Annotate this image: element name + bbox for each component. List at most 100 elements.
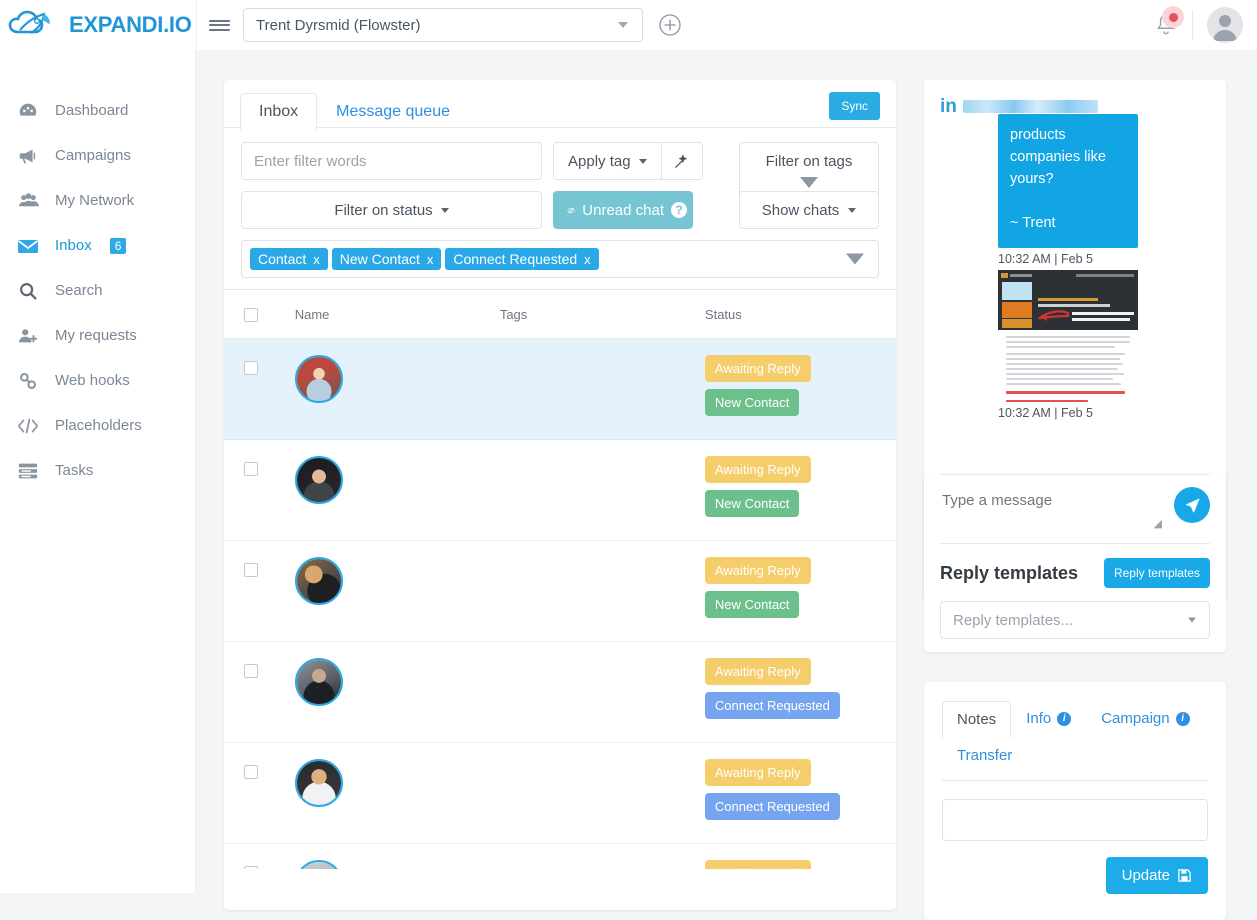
selected-tag-chips: Contact x New Contact x Connect Requeste… bbox=[241, 240, 879, 278]
save-floppy-icon bbox=[1178, 869, 1191, 882]
topbar-right-actions bbox=[1140, 0, 1257, 50]
show-chats-dropdown[interactable]: Show chats bbox=[739, 191, 879, 229]
brand-logo-area[interactable]: EXPANDI.IO bbox=[0, 0, 196, 50]
close-icon[interactable]: x bbox=[584, 252, 591, 267]
user-avatar-icon[interactable] bbox=[1207, 7, 1243, 43]
resize-grip-icon[interactable]: ◢ bbox=[1154, 517, 1162, 530]
tab-notes[interactable]: Notes bbox=[942, 701, 1012, 738]
tag-chip-label: New Contact bbox=[339, 251, 420, 267]
chat-messages: products companies like yours? ~ Trent 1… bbox=[940, 114, 1210, 420]
avatar bbox=[294, 658, 343, 706]
sidebar-item-label: Search bbox=[55, 282, 103, 299]
sidebar-item-my-network[interactable]: My Network bbox=[0, 178, 195, 223]
status-badge: Awaiting Reply bbox=[704, 557, 811, 584]
linkedin-in-icon: in bbox=[940, 95, 957, 117]
tag-chip-label: Contact bbox=[258, 251, 307, 267]
megaphone-icon bbox=[14, 144, 42, 168]
sidebar-item-my-requests[interactable]: My requests bbox=[0, 313, 195, 358]
tag-chip[interactable]: Connect Requested x bbox=[445, 248, 599, 270]
sidebar-item-placeholders[interactable]: Placeholders bbox=[0, 403, 195, 448]
reply-templates-button[interactable]: Reply templates bbox=[1103, 558, 1210, 588]
row-checkbox[interactable] bbox=[244, 866, 258, 869]
chat-attachment-timestamp: 10:32 AM | Feb 5 bbox=[998, 406, 1093, 420]
tab-inbox[interactable]: Inbox bbox=[240, 93, 318, 131]
table-row[interactable]: Awaiting Reply New Contact 10:32 A 2021 bbox=[224, 338, 896, 440]
sidebar-item-dashboard[interactable]: Dashboard bbox=[0, 88, 195, 133]
sidebar-nav: Dashboard Campaigns My Network Inbox 6 S… bbox=[0, 50, 196, 893]
notification-bell-icon[interactable] bbox=[1140, 0, 1192, 50]
avatar bbox=[294, 456, 343, 504]
row-checkbox[interactable] bbox=[244, 765, 258, 779]
account-select[interactable]: Trent Dyrsmid (Flowster) bbox=[243, 8, 643, 42]
tag-chip[interactable]: New Contact x bbox=[331, 248, 442, 270]
inbox-panel: Inbox Message queue Sync Apply tag Filte… bbox=[224, 80, 896, 910]
chat-attachment-image[interactable] bbox=[998, 270, 1138, 330]
status-badge: Awaiting Reply bbox=[704, 355, 811, 382]
sidebar-item-inbox[interactable]: Inbox 6 bbox=[0, 223, 195, 268]
notes-panel: Notes Info i Campaign i Transfer Update bbox=[924, 682, 1226, 920]
sidebar-item-web-hooks[interactable]: Web hooks bbox=[0, 358, 195, 403]
avatar bbox=[294, 557, 343, 605]
close-icon[interactable]: x bbox=[313, 252, 320, 267]
row-checkbox[interactable] bbox=[244, 361, 258, 375]
table-row[interactable]: Awaiting Reply New Contact 7:02 AM bbox=[224, 540, 896, 642]
question-mark-icon[interactable]: ? bbox=[671, 202, 687, 218]
update-button-label: Update bbox=[1121, 867, 1170, 884]
status-badge: Connect Requested bbox=[704, 793, 840, 820]
tab-info-label: Info bbox=[1026, 710, 1052, 727]
select-all-checkbox[interactable] bbox=[244, 307, 258, 322]
show-chats-label: Show chats bbox=[761, 201, 840, 219]
notes-textarea[interactable] bbox=[942, 799, 1208, 841]
send-message-button[interactable] bbox=[1174, 487, 1210, 523]
col-header-name: Name bbox=[294, 290, 500, 339]
table-row[interactable]: Awaiting Reply 5:54 AM bbox=[224, 843, 896, 869]
sidebar-item-tasks[interactable]: Tasks bbox=[0, 448, 195, 493]
chat-message-text: products companies like yours? bbox=[1010, 127, 1106, 187]
select-all-header bbox=[224, 290, 295, 339]
sidebar-item-search[interactable]: Search bbox=[0, 268, 195, 313]
update-button[interactable]: Update bbox=[1105, 857, 1208, 894]
unread-chat-toggle[interactable]: Unread chat ? bbox=[553, 191, 693, 229]
status-badge: Awaiting Reply bbox=[704, 658, 811, 685]
status-badge: New Contact bbox=[704, 591, 800, 618]
status-badge: Connect Requested bbox=[704, 692, 840, 719]
person-plus-icon bbox=[14, 324, 42, 348]
redacted-contact-name bbox=[962, 99, 1098, 113]
status-badge: New Contact bbox=[704, 490, 800, 517]
apply-tag-group: Apply tag bbox=[553, 142, 703, 180]
close-icon[interactable]: x bbox=[427, 252, 434, 267]
magic-wand-icon[interactable] bbox=[660, 143, 702, 179]
sidebar-item-campaigns[interactable]: Campaigns bbox=[0, 133, 195, 178]
chevron-down-icon bbox=[848, 207, 857, 213]
chat-message-timestamp: 10:32 AM | Feb 5 bbox=[998, 252, 1093, 266]
notes-tabs: Notes Info i Campaign i Transfer bbox=[942, 700, 1208, 774]
chat-attachment-document[interactable] bbox=[998, 330, 1138, 402]
tag-chip[interactable]: Contact x bbox=[250, 248, 328, 270]
envelope-icon bbox=[14, 234, 42, 258]
col-header-tags: Tags bbox=[499, 290, 705, 339]
plus-circle-icon[interactable] bbox=[655, 10, 685, 40]
row-checkbox[interactable] bbox=[244, 664, 258, 678]
tab-notes-label: Notes bbox=[957, 711, 997, 728]
message-input[interactable] bbox=[940, 491, 1160, 510]
top-bar: EXPANDI.IO Trent Dyrsmid (Flowster) bbox=[0, 0, 1257, 50]
tab-transfer[interactable]: Transfer bbox=[942, 737, 1027, 774]
tab-message-queue[interactable]: Message queue bbox=[317, 93, 469, 131]
row-checkbox[interactable] bbox=[244, 462, 258, 476]
chevron-down-icon[interactable] bbox=[846, 253, 864, 265]
dashboard-gauge-icon bbox=[14, 99, 42, 123]
tab-campaign[interactable]: Campaign i bbox=[1086, 700, 1204, 737]
reply-templates-select[interactable]: Reply templates... bbox=[940, 601, 1210, 639]
row-checkbox[interactable] bbox=[244, 563, 258, 577]
hamburger-menu-icon[interactable] bbox=[197, 0, 241, 50]
table-row[interactable]: Awaiting Reply Connect Requested 6:01 AM bbox=[224, 742, 896, 844]
table-row[interactable]: Awaiting Reply New Contact 7:08 AM bbox=[224, 439, 896, 541]
filter-words-input[interactable] bbox=[241, 142, 542, 180]
apply-tag-button[interactable]: Apply tag bbox=[554, 143, 661, 179]
chevron-down-icon bbox=[618, 22, 628, 28]
filter-on-status-dropdown[interactable]: Filter on status bbox=[241, 191, 542, 229]
tab-info[interactable]: Info i bbox=[1011, 700, 1086, 737]
sync-button[interactable]: Sync bbox=[829, 92, 880, 120]
filter-row-1: Apply tag Filter on tags bbox=[241, 142, 879, 208]
table-row[interactable]: Awaiting Reply Connect Requested 6:02 AM bbox=[224, 641, 896, 743]
